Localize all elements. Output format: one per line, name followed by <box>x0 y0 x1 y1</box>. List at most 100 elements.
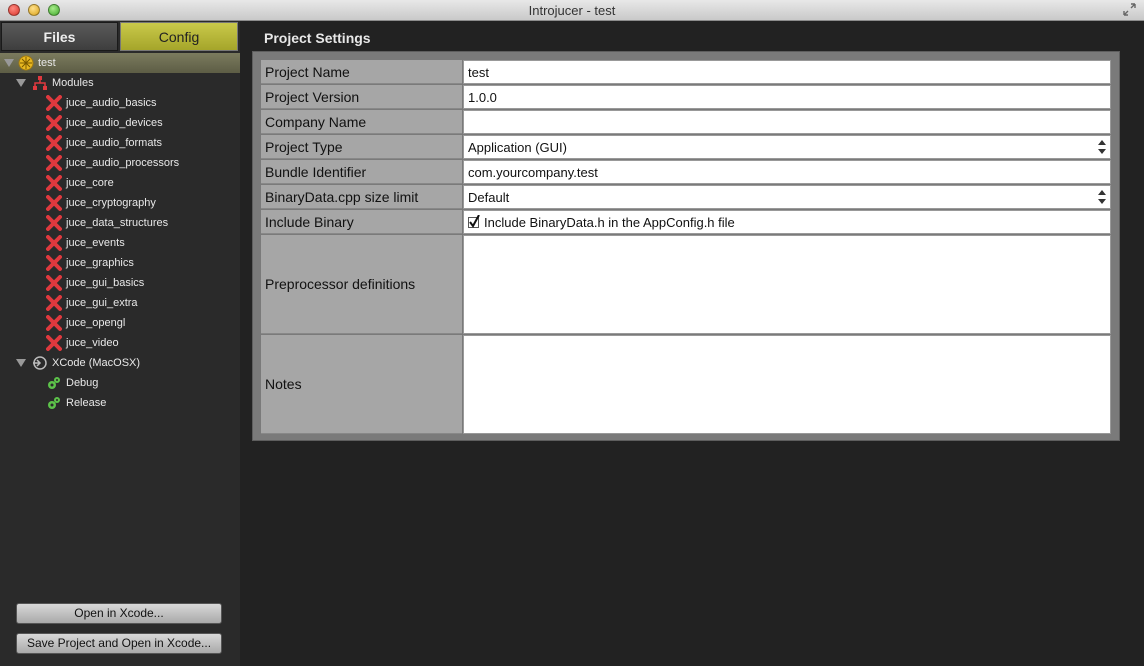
property-label: Notes <box>261 335 462 434</box>
property-label: Project Name <box>261 60 462 84</box>
property-row-project-version: Project Version 1.0.0 <box>261 85 1111 109</box>
tree-item-config-debug[interactable]: Debug <box>0 373 240 393</box>
tab-files[interactable]: Files <box>1 22 118 51</box>
disclosure-triangle-icon[interactable] <box>4 58 14 68</box>
select-arrows-icon <box>1098 140 1106 154</box>
disclosure-triangle-icon[interactable] <box>16 358 26 368</box>
gear-icon <box>48 397 60 409</box>
tree-item-module[interactable]: juce_data_structures <box>0 213 240 233</box>
tree-item-config-release[interactable]: Release <box>0 393 240 413</box>
include-binary-checkbox-row[interactable]: Include BinaryData.h in the AppConfig.h … <box>463 210 1111 234</box>
page-title: Project Settings <box>264 30 371 46</box>
checkbox-checked-icon[interactable] <box>468 215 480 229</box>
property-label: Project Type <box>261 135 462 159</box>
project-type-select[interactable]: Application (GUI) <box>463 135 1111 159</box>
module-puzzle-icon <box>46 215 62 231</box>
disclosure-triangle-icon[interactable] <box>16 78 26 88</box>
tree-item-label: juce_events <box>66 237 125 249</box>
module-puzzle-icon <box>46 195 62 211</box>
exporter-icon <box>33 356 47 370</box>
property-row-binarydata-size-limit: BinaryData.cpp size limit Default <box>261 185 1111 209</box>
main-content: Project Settings Project Name test Proje… <box>240 21 1144 666</box>
binarydata-size-limit-value: Default <box>468 189 510 205</box>
company-name-field[interactable] <box>463 110 1111 134</box>
tree-item-label: juce_cryptography <box>66 197 156 209</box>
tree-item-label: juce_audio_formats <box>66 137 163 149</box>
project-version-field[interactable]: 1.0.0 <box>463 85 1111 109</box>
tree-item-module[interactable]: juce_audio_devices <box>0 113 240 133</box>
select-arrows-icon <box>1098 190 1106 204</box>
tree-item-modules[interactable]: Modules <box>0 73 240 93</box>
tree-item-label: juce_opengl <box>66 317 126 329</box>
tree-item-label: Debug <box>66 377 99 389</box>
sidebar: Files Config test Modules juce_audio_bas… <box>0 21 240 666</box>
tree-item-module[interactable]: juce_events <box>0 233 240 253</box>
fullscreen-icon[interactable] <box>1123 3 1136 16</box>
tree-item-module[interactable]: juce_gui_extra <box>0 293 240 313</box>
module-puzzle-icon <box>46 155 62 171</box>
modules-icon <box>33 76 47 90</box>
tree-item-label: juce_core <box>66 177 114 189</box>
tree-item-module[interactable]: juce_cryptography <box>0 193 240 213</box>
module-puzzle-icon <box>46 295 62 311</box>
property-row-include-binary: Include Binary Include BinaryData.h in t… <box>261 210 1111 234</box>
tree-item-label: juce_graphics <box>66 257 134 269</box>
tree-item-module[interactable]: juce_core <box>0 173 240 193</box>
tab-config[interactable]: Config <box>120 22 238 51</box>
preprocessor-definitions-textarea[interactable] <box>463 235 1111 334</box>
tree-item-label: juce_audio_devices <box>66 117 163 129</box>
notes-textarea[interactable] <box>463 335 1111 434</box>
tree-item-label: juce_gui_extra <box>66 297 138 309</box>
bundle-identifier-field[interactable]: com.yourcompany.test <box>463 160 1111 184</box>
module-puzzle-icon <box>46 135 62 151</box>
tree-item-label: juce_audio_basics <box>66 97 157 109</box>
open-in-xcode-button[interactable]: Open in Xcode... <box>16 603 222 624</box>
project-name-field[interactable]: test <box>463 60 1111 84</box>
property-row-project-type: Project Type Application (GUI) <box>261 135 1111 159</box>
project-icon <box>18 55 34 71</box>
property-row-bundle-identifier: Bundle Identifier com.yourcompany.test <box>261 160 1111 184</box>
tree-item-module[interactable]: juce_video <box>0 333 240 353</box>
tree-item-module[interactable]: juce_audio_processors <box>0 153 240 173</box>
tree-item-label: Release <box>66 397 107 409</box>
tree-item-label: test <box>38 57 56 69</box>
tree-item-label: XCode (MacOSX) <box>52 357 141 369</box>
property-label: Bundle Identifier <box>261 160 462 184</box>
tree-item-label: Modules <box>52 77 94 89</box>
window-title: Introjucer - test <box>528 3 616 18</box>
module-puzzle-icon <box>46 115 62 131</box>
binarydata-size-limit-select[interactable]: Default <box>463 185 1111 209</box>
tree-item-module[interactable]: juce_audio_basics <box>0 93 240 113</box>
tree-item-label: juce_video <box>66 337 119 349</box>
tree-item-module[interactable]: juce_audio_formats <box>0 133 240 153</box>
tree-item-label: juce_audio_processors <box>66 157 180 169</box>
property-label: Preprocessor definitions <box>261 235 462 334</box>
property-row-notes: Notes <box>261 335 1111 434</box>
sidebar-tabs: Files Config <box>0 22 240 51</box>
module-puzzle-icon <box>46 175 62 191</box>
property-row-project-name: Project Name test <box>261 60 1111 84</box>
save-and-open-in-xcode-button[interactable]: Save Project and Open in Xcode... <box>16 633 222 654</box>
module-puzzle-icon <box>46 95 62 111</box>
tree-item-project-root[interactable]: test <box>0 53 240 73</box>
module-puzzle-icon <box>46 235 62 251</box>
module-puzzle-icon <box>46 275 62 291</box>
settings-panel: Project Name test Project Version 1.0.0 … <box>252 51 1120 441</box>
module-puzzle-icon <box>46 335 62 351</box>
tree-item-label: juce_gui_basics <box>66 277 145 289</box>
project-type-value: Application (GUI) <box>468 139 567 155</box>
gear-icon <box>48 377 60 389</box>
title-bar: Introjucer - test <box>0 0 1144 21</box>
tree-item-module[interactable]: juce_graphics <box>0 253 240 273</box>
tree-item-module[interactable]: juce_opengl <box>0 313 240 333</box>
property-row-company-name: Company Name <box>261 110 1111 134</box>
tree-item-label: juce_data_structures <box>66 217 169 229</box>
module-puzzle-icon <box>46 255 62 271</box>
include-binary-label: Include BinaryData.h in the AppConfig.h … <box>484 214 735 230</box>
property-label: BinaryData.cpp size limit <box>261 185 462 209</box>
tree-item-exporter[interactable]: XCode (MacOSX) <box>0 353 240 373</box>
property-label: Project Version <box>261 85 462 109</box>
property-label: Company Name <box>261 110 462 134</box>
tree-item-module[interactable]: juce_gui_basics <box>0 273 240 293</box>
module-puzzle-icon <box>46 315 62 331</box>
